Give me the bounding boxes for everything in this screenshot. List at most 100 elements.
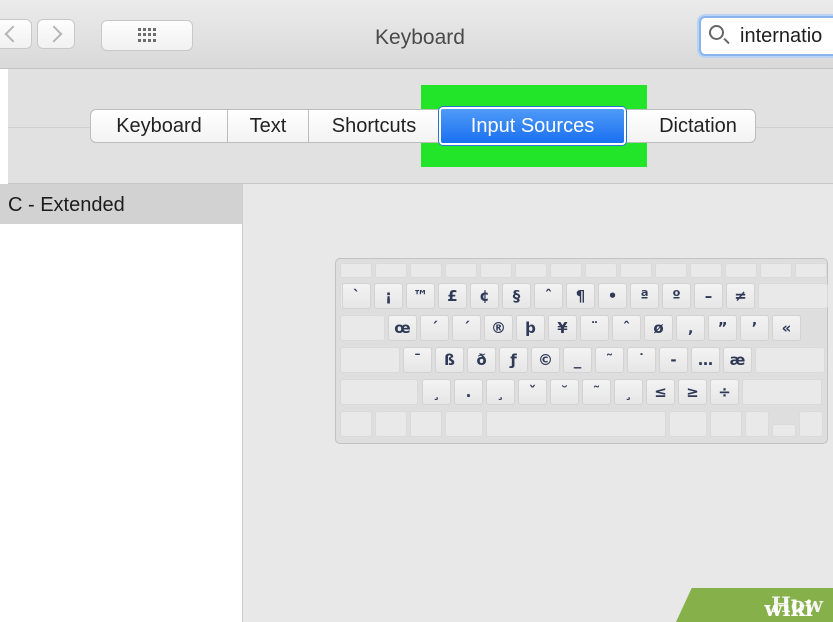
tab-text[interactable]: Text (227, 109, 309, 143)
keyboard-key-blank (742, 379, 822, 405)
forward-button[interactable] (37, 19, 75, 49)
toolbar: Keyboard internatio (0, 0, 833, 69)
window-title: Keyboard (375, 26, 465, 49)
keyboard-key: ¥ (548, 315, 577, 341)
keyboard-key-blank (410, 263, 442, 278)
keyboard-key-blank (445, 411, 483, 437)
keyboard-key: ‚ (676, 315, 705, 341)
keyboard-key: ¡ (374, 283, 403, 309)
keyboard-key-blank (375, 263, 407, 278)
watermark-wiki: wiki (764, 596, 813, 621)
keyboard-key-blank (340, 379, 418, 405)
tab-input-sources[interactable]: Input Sources (439, 107, 626, 145)
keyboard-key-blank (669, 411, 707, 437)
keyboard-key: æ (723, 347, 752, 373)
wikihow-watermark: wiki How (676, 588, 833, 622)
keyboard-key: ˆ (534, 283, 563, 309)
keyboard-key: _ (563, 347, 592, 373)
keyboard-key: ≠ (726, 283, 755, 309)
tab-shortcuts[interactable]: Shortcuts (308, 109, 440, 143)
keyboard-key-blank (515, 263, 547, 278)
keyboard-key-blank (620, 263, 652, 278)
list-item-selected[interactable]: C - Extended (0, 184, 242, 224)
keyboard-key-blank (375, 411, 407, 437)
keyboard-key-blank (486, 411, 666, 437)
keyboard-key-blank (550, 263, 582, 278)
search-field[interactable]: internatio (699, 16, 833, 56)
keyboard-key: ¸ (422, 379, 451, 405)
keyboard-viewer: ` ¡ ™ £ ¢ § ˆ ¶ • ª º – ≠ œ ´ ´ ® þ ¥ ¨ ˆ ø ‚”’ «¯ ß ð ƒ © _ ˜ ˙ -… æ ¸. ¸… (335, 258, 828, 444)
search-icon (709, 25, 724, 40)
keyboard-key: ÷ (710, 379, 739, 405)
keyboard-key: ¨ (580, 315, 609, 341)
tab-dictation[interactable]: Dictation (626, 109, 756, 143)
keyboard-key: ª (630, 283, 659, 309)
keyboard-key: ≥ (678, 379, 707, 405)
keyboard-key: ® (484, 315, 513, 341)
keyboard-key: ¶ (566, 283, 595, 309)
keyboard-key-blank (480, 263, 512, 278)
keyboard-key: ˜ (595, 347, 624, 373)
keyboard-key: ¸ (486, 379, 515, 405)
list-item-label: C - Extended (8, 194, 125, 216)
keyboard-key-blank (760, 263, 792, 278)
chevron-right-icon (45, 25, 63, 43)
keyboard-key-blank (340, 411, 372, 437)
keyboard-key-blank (710, 411, 742, 437)
keyboard-key: ß (435, 347, 464, 373)
keyboard-key-blank (340, 263, 372, 278)
keyboard-key: • (598, 283, 627, 309)
keyboard-key: ` (342, 283, 371, 309)
keyboard-key-blank (745, 411, 769, 437)
keyboard-key: ð (467, 347, 496, 373)
back-button[interactable] (0, 19, 32, 49)
keyboard-key-blank (655, 263, 687, 278)
search-input-value[interactable]: internatio (740, 25, 822, 48)
keyboard-key: … (691, 347, 720, 373)
keyboard-key: ˇ (518, 379, 547, 405)
keyboard-key-blank (758, 283, 828, 309)
keyboard-key: © (531, 347, 560, 373)
keyboard-key: § (502, 283, 531, 309)
chevron-left-icon (4, 25, 22, 43)
input-sources-list: C - Extended (0, 184, 243, 622)
keyboard-key: þ (516, 315, 545, 341)
keyboard-key: « (772, 315, 801, 341)
keyboard-key: ¯ (403, 347, 432, 373)
keyboard-key: ™ (406, 283, 435, 309)
keyboard-key: – (694, 283, 723, 309)
keyboard-key-blank (410, 411, 442, 437)
keyboard-key: ≤ (646, 379, 675, 405)
keyboard-key-blank (585, 263, 617, 278)
keyboard-key: ¢ (470, 283, 499, 309)
keyboard-key: - (659, 347, 688, 373)
show-all-button[interactable] (101, 20, 193, 51)
keyboard-key-blank (799, 411, 823, 437)
keyboard-key: œ (388, 315, 417, 341)
keyboard-key: ø (644, 315, 673, 341)
nav-buttons (0, 19, 82, 51)
keyboard-key-blank (340, 315, 385, 341)
keyboard-key: ˜ (582, 379, 611, 405)
keyboard-key: ” (708, 315, 737, 341)
keyboard-key-blank (725, 263, 757, 278)
keyboard-key: ˆ (612, 315, 641, 341)
keyboard-key: ¸ (614, 379, 643, 405)
keyboard-key: £ (438, 283, 467, 309)
keyboard-key: ƒ (499, 347, 528, 373)
keyboard-key: º (662, 283, 691, 309)
keyboard-key-blank (445, 263, 477, 278)
keyboard-key: ’ (740, 315, 769, 341)
keyboard-key: ˙ (627, 347, 656, 373)
keyboard-key-blank (690, 263, 722, 278)
grid-icon (138, 28, 156, 42)
tab-keyboard[interactable]: Keyboard (90, 109, 228, 143)
keyboard-key: ´ (420, 315, 449, 341)
keyboard-key-blank (340, 347, 400, 373)
keyboard-key-blank (755, 347, 825, 373)
keyboard-key: ´ (452, 315, 481, 341)
keyboard-key-blank (772, 424, 796, 437)
keyboard-key-blank (795, 263, 827, 278)
keyboard-key: . (454, 379, 483, 405)
keyboard-key: ˘ (550, 379, 579, 405)
